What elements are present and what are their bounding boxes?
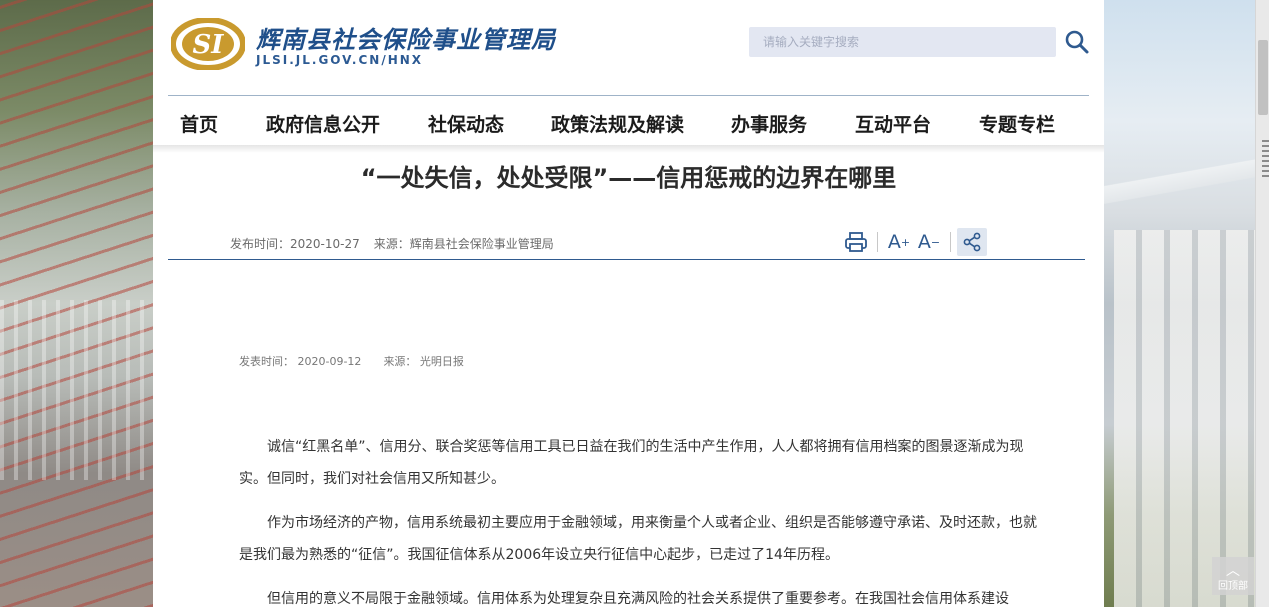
main-panel: SI 辉南县社会保险事业管理局 JLSI.JL.GOV.CN/HNX 首页 政府…	[153, 0, 1104, 607]
tool-divider	[950, 232, 951, 252]
article-paragraph: 作为市场经济的产物，信用系统最初主要应用于金融领域，用来衡量个人或者企业、组织是…	[239, 515, 1037, 563]
publish-time: 发布时间：2020-10-27	[230, 237, 360, 251]
nav-item-gov-info[interactable]: 政府信息公开	[266, 110, 380, 137]
nav-item-home[interactable]: 首页	[180, 110, 218, 137]
original-source: 来源： 光明日报	[383, 355, 464, 368]
site-url: JLSI.JL.GOV.CN/HNX	[256, 53, 424, 67]
chevron-up-icon: ︿	[1226, 563, 1240, 579]
article-source: 来源：辉南县社会保险事业管理局	[373, 237, 554, 251]
article-tools: A + A −	[841, 228, 987, 256]
article-title: “一处失信，处处受限”——信用惩戒的边界在哪里	[360, 164, 897, 192]
original-publish-time: 发表时间： 2020-09-12	[239, 355, 362, 368]
nav-item-services[interactable]: 办事服务	[731, 110, 807, 137]
search-icon	[1065, 30, 1089, 54]
search-button[interactable]	[1063, 28, 1091, 56]
background-left-scenery	[0, 0, 153, 607]
search-input[interactable]	[749, 27, 1056, 57]
share-button[interactable]	[957, 228, 987, 256]
title-divider	[168, 259, 1085, 260]
nav-item-news[interactable]: 社保动态	[428, 110, 504, 137]
font-decrease-button[interactable]: A −	[914, 228, 944, 256]
font-decrease-mark: −	[930, 235, 941, 249]
scrollbar-thumb[interactable]	[1258, 40, 1268, 115]
original-source-meta: 发表时间： 2020-09-12 来源： 光明日报	[239, 353, 464, 369]
font-increase-button[interactable]: A +	[884, 228, 914, 256]
site-header: SI 辉南县社会保险事业管理局 JLSI.JL.GOV.CN/HNX	[153, 0, 1104, 95]
article-paragraph: 但信用的意义不局限于金融领域。信用体系为处理复杂且充满风险的社会关系提供了重要参…	[267, 591, 1009, 607]
page-scrollbar[interactable]	[1255, 0, 1269, 607]
share-icon	[963, 232, 981, 252]
font-increase-mark: +	[900, 235, 911, 249]
scroll-grip-icon	[1262, 140, 1269, 180]
article-meta: 发布时间：2020-10-27 来源：辉南县社会保险事业管理局	[230, 235, 554, 252]
printer-icon	[845, 232, 867, 252]
site-logo-icon: SI	[171, 18, 245, 70]
nav-item-policy[interactable]: 政策法规及解读	[551, 110, 684, 137]
back-to-top-button[interactable]: ︿ 回顶部	[1212, 557, 1254, 595]
back-to-top-label: 回顶部	[1218, 581, 1248, 592]
print-button[interactable]	[841, 228, 871, 256]
nav-shadow	[153, 145, 1104, 153]
font-increase-glyph: A	[887, 231, 901, 253]
nav-item-topics[interactable]: 专题专栏	[979, 110, 1055, 137]
article-paragraph: 诚信“红黑名单”、信用分、联合奖惩等信用工具已日益在我们的生活中产生作用，人人都…	[239, 439, 1024, 487]
main-nav: 首页 政府信息公开 社保动态 政策法规及解读 办事服务 互动平台 专题专栏	[153, 96, 1104, 150]
background-right-scenery	[1104, 0, 1269, 607]
site-name: 辉南县社会保险事业管理局	[256, 25, 556, 54]
tool-divider	[877, 232, 878, 252]
font-decrease-glyph: A	[917, 231, 931, 253]
nav-item-interaction[interactable]: 互动平台	[855, 110, 931, 137]
svg-text:SI: SI	[193, 30, 225, 60]
